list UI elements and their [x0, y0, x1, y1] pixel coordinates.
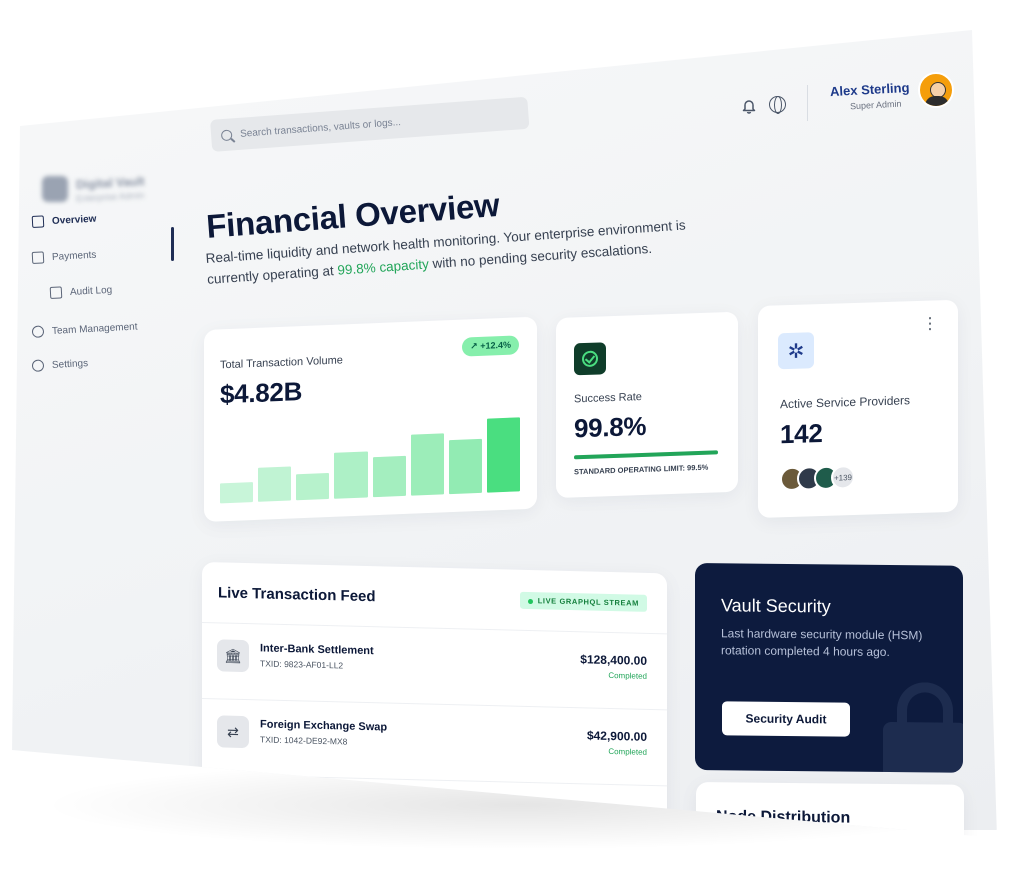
brand-subtitle: Enterprise Admin: [75, 190, 145, 204]
brand-name: Digital Vault: [75, 174, 146, 192]
sidebar-item-label: Team Management: [51, 320, 138, 337]
live-badge-label: LIVE GRAPHQL STREAM: [537, 596, 639, 608]
search-icon: [220, 128, 233, 141]
lock-icon: [883, 682, 963, 773]
sidebar-item-payments[interactable]: Payments: [31, 249, 97, 264]
bell-icon[interactable]: [742, 98, 756, 114]
table-row[interactable]: ⇄ Foreign Exchange Swap TXID: 1042-DE92-…: [202, 698, 667, 786]
transaction-status: Completed: [608, 670, 647, 681]
volume-bar: [334, 451, 368, 499]
transaction-volume-card: Total Transaction Volume $4.82B ↗ +12.4%: [204, 316, 537, 522]
sidebar-item-audit-log[interactable]: Audit Log: [49, 284, 113, 299]
wallet-icon: [31, 251, 45, 264]
volume-bar: [372, 455, 406, 498]
trend-badge: ↗ +12.4%: [462, 335, 519, 357]
bank-icon: 🏛: [217, 639, 249, 673]
search-input[interactable]: Search transactions, vaults or logs...: [210, 96, 530, 152]
transaction-name: Inter-Bank Settlement: [260, 642, 374, 658]
transaction-id: TXID: 1042-DE92-MX8: [260, 734, 348, 747]
volume-value: $4.82B: [220, 376, 303, 410]
user-role: Super Admin: [849, 98, 902, 112]
success-value: 99.8%: [574, 410, 647, 444]
globe-icon[interactable]: [769, 96, 786, 114]
security-audit-button[interactable]: Security Audit: [722, 701, 850, 737]
transaction-status: Completed: [608, 746, 647, 757]
providers-value: 142: [780, 417, 823, 450]
table-row[interactable]: 🏛 Inter-Bank Settlement TXID: 9823-AF01-…: [202, 622, 667, 710]
volume-bar: [220, 482, 254, 504]
more-providers-count[interactable]: +139: [831, 464, 855, 490]
network-icon: ✲: [778, 332, 814, 370]
vault-security-card: Vault Security Last hardware security mo…: [695, 563, 963, 773]
more-options-icon[interactable]: ⋮: [922, 315, 938, 333]
transaction-id: TXID: 9823-AF01-LL2: [260, 658, 344, 671]
vault-description: Last hardware security module (HSM) rota…: [721, 626, 923, 660]
search-placeholder: Search transactions, vaults or logs...: [239, 116, 402, 140]
providers-label: Active Service Providers: [780, 393, 911, 412]
volume-bar: [486, 417, 520, 493]
success-progress-fill: [574, 450, 718, 460]
app-screen: Digital Vault Enterprise Admin Overview …: [12, 30, 997, 838]
live-dot-icon: [527, 598, 533, 604]
sidebar-item-label: Audit Log: [69, 284, 113, 298]
shield-check-icon: [574, 342, 606, 376]
provider-avatars: +139: [780, 464, 855, 492]
volume-label: Total Transaction Volume: [220, 354, 343, 372]
feed-title: Live Transaction Feed: [218, 584, 376, 606]
header-divider: [807, 85, 808, 121]
success-label: Success Rate: [574, 391, 642, 406]
user-avatar[interactable]: [918, 72, 954, 108]
service-providers-card: ✲ ⋮ Active Service Providers 142 +139: [758, 299, 958, 518]
sidebar-item-team-management[interactable]: Team Management: [31, 320, 138, 338]
sidebar-item-settings[interactable]: Settings: [31, 357, 89, 372]
success-rate-card: Success Rate 99.8% STANDARD OPERATING LI…: [556, 311, 738, 498]
transaction-name: Foreign Exchange Swap: [260, 718, 388, 734]
exchange-icon: ⇄: [217, 715, 249, 749]
success-progress-bar: [574, 450, 718, 460]
sidebar-item-label: Settings: [51, 357, 89, 371]
live-stream-badge: LIVE GRAPHQL STREAM: [519, 591, 647, 612]
sidebar-item-overview[interactable]: Overview: [31, 213, 97, 228]
sidebar-item-label: Payments: [51, 249, 97, 263]
grid-icon: [31, 215, 45, 228]
users-icon: [31, 325, 45, 338]
volume-bar: [258, 466, 292, 502]
volume-bar: [296, 472, 330, 501]
volume-bar: [410, 433, 444, 496]
active-nav-indicator: [171, 227, 174, 261]
volume-bar: [448, 438, 482, 495]
sidebar-item-label: Overview: [51, 213, 97, 227]
gear-icon: [31, 359, 45, 372]
volume-bar-chart: [220, 411, 520, 504]
transaction-amount: $42,900.00: [586, 728, 647, 744]
document-icon: [49, 286, 63, 299]
operating-limit: STANDARD OPERATING LIMIT: 99.5%: [574, 462, 709, 477]
brand-logo: [42, 176, 68, 202]
vault-title: Vault Security: [721, 595, 831, 617]
user-name[interactable]: Alex Sterling: [830, 80, 910, 99]
transaction-amount: $128,400.00: [580, 652, 647, 668]
capacity-highlight: 99.8% capacity: [336, 256, 430, 278]
